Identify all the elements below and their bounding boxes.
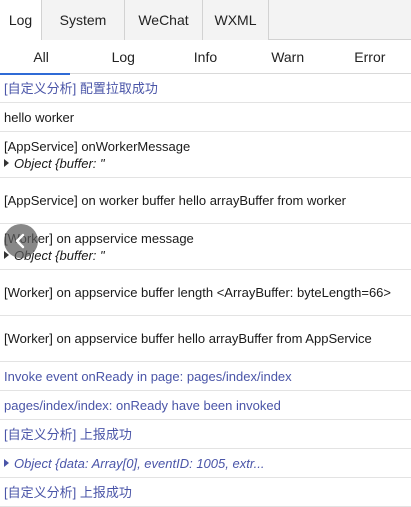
log-entry: [Worker] on appservice buffer length <Ar… bbox=[0, 270, 411, 316]
log-text: [自定义分析] 上报成功 bbox=[4, 426, 132, 442]
object-preview: Object {data: Array[0], eventID: 1005, e… bbox=[14, 455, 265, 471]
log-text: [自定义分析] 上报成功 bbox=[4, 484, 132, 500]
log-entry: [AppService] on worker buffer hello arra… bbox=[0, 178, 411, 224]
filter-warn[interactable]: Warn bbox=[247, 40, 329, 74]
back-arrow-icon bbox=[15, 233, 25, 249]
log-text: Invoke event onReady in page: pages/inde… bbox=[4, 368, 292, 384]
log-entry: Invoke event onReady in page: pages/inde… bbox=[0, 362, 411, 391]
log-text: [自定义分析] 配置拉取成功 bbox=[4, 80, 158, 96]
top-tab-bar: Log System WeChat WXML bbox=[0, 0, 411, 40]
expand-triangle-icon[interactable] bbox=[4, 459, 9, 467]
log-entry: hello worker bbox=[0, 103, 411, 132]
log-entry: [自定义分析] 配置拉取成功 bbox=[0, 74, 411, 103]
log-list: [自定义分析] 配置拉取成功 hello worker [AppService]… bbox=[0, 74, 411, 507]
log-entry: [Worker] on appservice buffer hello arra… bbox=[0, 316, 411, 362]
log-entry: [AppService] onWorkerMessage Object {buf… bbox=[0, 132, 411, 178]
log-text: [Worker] on appservice buffer length <Ar… bbox=[4, 285, 391, 300]
object-preview: Object {buffer: " bbox=[14, 155, 105, 171]
filter-info[interactable]: Info bbox=[164, 40, 246, 74]
object-expander[interactable]: Object {buffer: " bbox=[4, 247, 407, 264]
expand-triangle-icon[interactable] bbox=[4, 159, 9, 167]
log-entry: Object {data: Array[0], eventID: 1005, e… bbox=[0, 449, 411, 478]
log-text: pages/index/index: onReady have been inv… bbox=[4, 397, 281, 413]
log-entry: [自定义分析] 上报成功 bbox=[0, 478, 411, 507]
log-entry: [自定义分析] 上报成功 bbox=[0, 420, 411, 449]
tab-log[interactable]: Log bbox=[0, 0, 42, 40]
log-level-filter-bar: All Log Info Warn Error bbox=[0, 40, 411, 75]
filter-error[interactable]: Error bbox=[329, 40, 411, 74]
floating-back-button[interactable] bbox=[4, 224, 38, 258]
object-expander[interactable]: Object {data: Array[0], eventID: 1005, e… bbox=[4, 455, 407, 472]
log-text: [Worker] on appservice buffer hello arra… bbox=[4, 331, 372, 346]
log-text: [AppService] on worker buffer hello arra… bbox=[4, 193, 346, 208]
log-text: [AppService] onWorkerMessage bbox=[4, 138, 191, 154]
filter-all[interactable]: All bbox=[0, 40, 82, 75]
tab-wxml[interactable]: WXML bbox=[203, 0, 269, 40]
object-expander[interactable]: Object {buffer: " bbox=[4, 155, 407, 172]
log-text: [Worker] on appservice message bbox=[4, 230, 194, 246]
log-text: hello worker bbox=[4, 109, 75, 125]
tab-wechat[interactable]: WeChat bbox=[125, 0, 203, 40]
tab-system[interactable]: System bbox=[42, 0, 125, 40]
filter-log[interactable]: Log bbox=[82, 40, 164, 74]
log-entry: [Worker] on appservice message Object {b… bbox=[0, 224, 411, 270]
log-entry: pages/index/index: onReady have been inv… bbox=[0, 391, 411, 420]
